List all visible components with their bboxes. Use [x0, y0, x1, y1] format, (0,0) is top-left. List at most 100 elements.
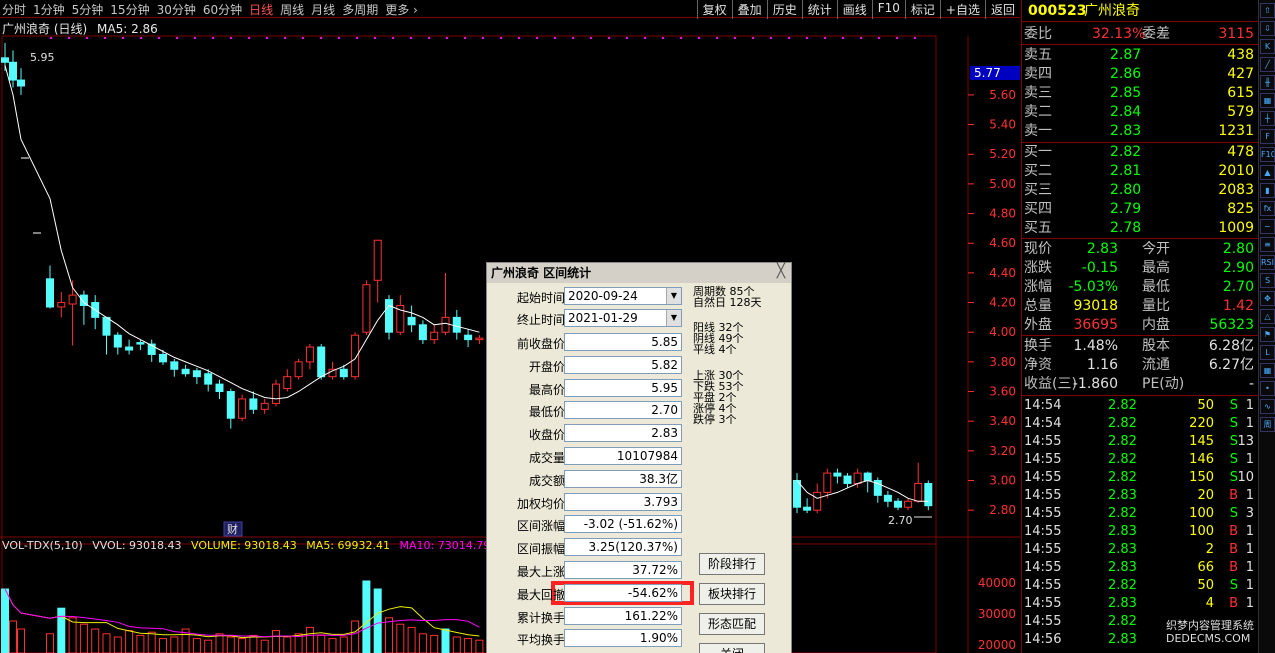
period-tab[interactable]: 30分钟	[157, 1, 196, 18]
candle[interactable]	[914, 462, 923, 503]
chart2-icon[interactable]: ∿	[1260, 399, 1275, 414]
candle[interactable]	[215, 379, 224, 399]
vr-icon[interactable]: ~	[1260, 219, 1275, 234]
s-icon[interactable]: S	[1260, 273, 1275, 288]
k-icon[interactable]: K	[1260, 39, 1275, 54]
candle[interactable]	[385, 295, 393, 340]
period-tab[interactable]: 周线	[280, 1, 304, 18]
candle[interactable]	[238, 394, 247, 422]
tool-button[interactable]: 叠加	[731, 0, 767, 19]
candle[interactable]	[464, 329, 473, 348]
candle[interactable]	[317, 344, 326, 380]
candle[interactable]	[226, 388, 235, 429]
candle[interactable]	[362, 280, 371, 336]
candle[interactable]	[452, 309, 461, 340]
candle[interactable]	[843, 473, 852, 488]
period-tab[interactable]: 日线	[249, 1, 273, 18]
up-arrow-icon[interactable]: ⇧	[1260, 3, 1275, 18]
down-arrow-icon[interactable]: ⇩	[1260, 21, 1275, 36]
candle[interactable]	[441, 272, 450, 336]
candle[interactable]	[17, 68, 25, 95]
candle[interactable]	[46, 265, 54, 309]
l2-icon[interactable]: L	[1260, 345, 1275, 360]
candle[interactable]	[147, 339, 156, 362]
candle[interactable]	[283, 369, 292, 392]
candle[interactable]	[833, 468, 842, 484]
chevron-down-icon[interactable]: ▼	[666, 310, 681, 326]
period-tab[interactable]: 1分钟	[33, 1, 65, 18]
candle[interactable]	[181, 364, 190, 377]
candle[interactable]	[125, 339, 134, 355]
candle[interactable]	[373, 239, 382, 303]
tool-button[interactable]: 返回	[984, 0, 1020, 19]
line-icon[interactable]: ╱	[1260, 57, 1275, 72]
grid-icon[interactable]: ▦	[1260, 93, 1275, 108]
candle[interactable]	[272, 379, 280, 407]
candle[interactable]	[823, 468, 832, 499]
period-tab[interactable]: 月线	[311, 1, 335, 18]
close-icon[interactable]: ╳	[774, 264, 788, 279]
dialog-button[interactable]: 关闭	[699, 643, 765, 653]
tool-button[interactable]: 复权	[696, 0, 732, 19]
candle[interactable]	[883, 490, 892, 508]
candle[interactable]	[924, 480, 933, 511]
tool-button[interactable]: +自选	[939, 0, 985, 19]
tool-button[interactable]: 历史	[766, 0, 802, 19]
candle[interactable]	[430, 324, 439, 345]
dot-icon[interactable]: •	[1260, 381, 1275, 396]
period-tab[interactable]: 分时	[2, 1, 26, 18]
tick-icon[interactable]: ┼	[1260, 111, 1275, 126]
candle-icon[interactable]: ╫	[1260, 75, 1275, 90]
candle[interactable]	[9, 50, 17, 88]
tool-button[interactable]: F10	[871, 0, 905, 19]
candle[interactable]	[407, 305, 416, 333]
candle[interactable]	[68, 280, 77, 346]
grid2-icon[interactable]: ▦	[1260, 363, 1275, 378]
tool-button[interactable]: 标记	[904, 0, 940, 19]
f-icon[interactable]: F	[1260, 129, 1275, 144]
move-icon[interactable]: ✥	[1260, 291, 1275, 306]
period-tab[interactable]: 更多 ›	[385, 1, 418, 18]
candle[interactable]	[894, 498, 902, 511]
candle[interactable]	[170, 358, 179, 377]
fin-marker[interactable]: 财	[227, 522, 238, 536]
dialog-button[interactable]: 形态匹配	[699, 613, 765, 635]
candle[interactable]	[192, 367, 201, 385]
candle[interactable]	[351, 332, 360, 380]
fx-icon[interactable]: fx	[1260, 201, 1275, 216]
chart-icon[interactable]: ▲	[1260, 165, 1275, 180]
start-time-select[interactable]: 2020-09-24 ▼	[564, 287, 682, 305]
rsi-icon[interactable]: RSI	[1260, 255, 1275, 270]
candle[interactable]	[793, 473, 801, 514]
bar-icon[interactable]: ▮	[1260, 183, 1275, 198]
candle[interactable]	[305, 344, 314, 370]
candle[interactable]	[396, 295, 405, 336]
candle[interactable]	[873, 477, 882, 503]
chevron-down-icon[interactable]: ▼	[666, 288, 681, 304]
end-time-select[interactable]: 2021-01-29 ▼	[564, 309, 682, 327]
candle[interactable]	[102, 316, 111, 355]
candle[interactable]	[260, 398, 269, 414]
tool-button[interactable]: 统计	[801, 0, 837, 19]
period-tab[interactable]: 5分钟	[72, 1, 104, 18]
period-tab[interactable]: 60分钟	[203, 1, 242, 18]
candle[interactable]	[803, 498, 812, 514]
candle[interactable]	[904, 498, 913, 511]
candle[interactable]	[294, 358, 303, 380]
candle[interactable]	[57, 292, 66, 318]
f10-icon[interactable]: F10	[1260, 147, 1275, 162]
tool-button[interactable]: 画线	[836, 0, 872, 19]
period-tab[interactable]: 多周期	[342, 1, 378, 18]
flag-icon[interactable]: ⚑	[1260, 327, 1275, 342]
dialog-button[interactable]: 板块排行	[699, 583, 765, 605]
candle[interactable]	[113, 332, 122, 355]
zhou-icon[interactable]: 周	[1260, 417, 1275, 432]
dialog-button[interactable]: 阶段排行	[699, 553, 765, 575]
candle[interactable]	[863, 471, 872, 493]
period-tab[interactable]: 15分钟	[110, 1, 149, 18]
candle[interactable]	[418, 320, 427, 345]
triangle-icon[interactable]: △	[1260, 309, 1275, 324]
list-icon[interactable]: ≡	[1260, 237, 1275, 252]
candle[interactable]	[475, 335, 484, 345]
candle[interactable]	[79, 290, 88, 325]
